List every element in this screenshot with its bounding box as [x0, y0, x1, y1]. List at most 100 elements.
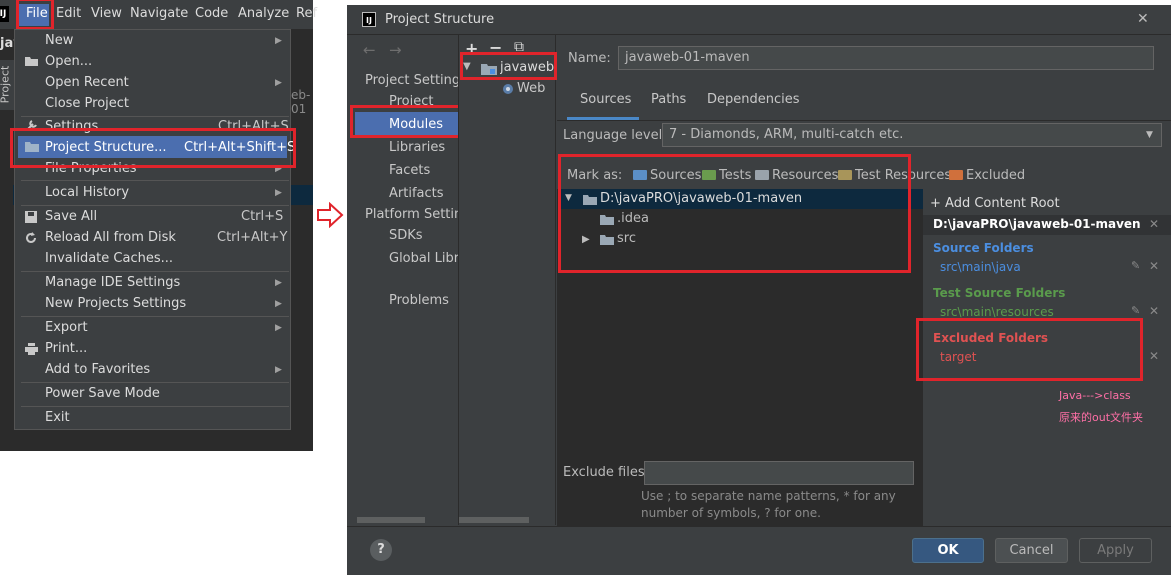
- menu-separator: [21, 406, 289, 407]
- menu-code[interactable]: Code: [195, 6, 228, 21]
- test-source-folder-path[interactable]: src\main\resources: [940, 305, 1054, 319]
- menu-item-reload-all[interactable]: Reload All from Disk: [45, 230, 176, 245]
- menu-item-save-all[interactable]: Save All: [45, 209, 97, 224]
- content-tree-highlight: [558, 154, 911, 273]
- tab-dependencies[interactable]: Dependencies: [707, 92, 800, 107]
- reload-all-shortcut: Ctrl+Alt+Y: [217, 230, 288, 245]
- nav-item-problems[interactable]: Problems: [389, 293, 449, 308]
- menu-item-close-project[interactable]: Close Project: [45, 96, 129, 111]
- reload-icon: [26, 232, 36, 243]
- project-side-tab-label: Project: [0, 65, 12, 104]
- intellij-logo-icon: IJ: [0, 6, 9, 22]
- language-level-select[interactable]: 7 - Diamonds, ARM, multi-catch etc. ▼: [662, 123, 1162, 147]
- nav-item-facets[interactable]: Facets: [389, 163, 430, 178]
- back-arrow-icon[interactable]: ←: [363, 41, 376, 59]
- edit-pencil-icon[interactable]: ✎: [1131, 304, 1140, 317]
- apply-button[interactable]: Apply: [1079, 538, 1152, 563]
- menu-separator: [21, 316, 289, 317]
- right-arrow-icon: [317, 202, 344, 228]
- project-settings-header: Project Settings: [365, 73, 467, 88]
- exclude-files-input[interactable]: [644, 461, 914, 485]
- submenu-arrow-icon: ▶: [275, 323, 282, 333]
- menu-item-invalidate-caches[interactable]: Invalidate Caches...: [45, 251, 173, 266]
- nav-item-global-libraries[interactable]: Global Libraries: [389, 251, 458, 266]
- menu-refactor[interactable]: Ref: [296, 6, 317, 21]
- breadcrumb-fragment: eb-01: [291, 88, 311, 116]
- edit-pencil-icon[interactable]: ✎: [1131, 259, 1140, 272]
- menu-separator: [21, 271, 289, 272]
- chevron-down-icon: ▼: [1146, 130, 1153, 140]
- ide-window: IJ File Edit View Navigate Code Analyze …: [0, 0, 317, 451]
- tree-scrollbar[interactable]: [459, 517, 529, 523]
- nav-item-libraries[interactable]: Libraries: [389, 140, 445, 155]
- source-folders-header: Source Folders: [933, 241, 1034, 255]
- file-menu-dropdown: New ▶ Open... Open Recent ▶ Close Projec…: [14, 29, 295, 430]
- menu-item-power-save-mode[interactable]: Power Save Mode: [45, 386, 160, 401]
- menu-item-print[interactable]: Print...: [45, 341, 87, 356]
- module-tree-web[interactable]: Web: [517, 81, 545, 96]
- menu-item-local-history[interactable]: Local History: [45, 185, 129, 200]
- remove-source-icon[interactable]: ✕: [1149, 259, 1159, 273]
- mark-as-excluded-button[interactable]: Excluded: [949, 168, 1025, 183]
- nav-item-sdks[interactable]: SDKs: [389, 228, 423, 243]
- menu-item-open-recent[interactable]: Open Recent: [45, 75, 129, 90]
- name-label: Name:: [568, 51, 611, 66]
- menu-navigate[interactable]: Navigate: [130, 6, 188, 21]
- project-structure-highlight: [10, 128, 296, 168]
- menu-item-export[interactable]: Export: [45, 320, 88, 335]
- menu-edit[interactable]: Edit: [56, 6, 81, 21]
- module-name-field[interactable]: javaweb-01-maven: [618, 46, 1154, 70]
- excluded-folders-highlight: [916, 318, 1143, 381]
- menu-item-manage-ide-settings[interactable]: Manage IDE Settings: [45, 275, 180, 290]
- forward-arrow-icon[interactable]: →: [389, 41, 402, 59]
- platform-settings-clip: Platform Settings: [365, 207, 458, 225]
- remove-excluded-icon[interactable]: ✕: [1149, 349, 1159, 363]
- menu-analyze[interactable]: Analyze: [238, 6, 289, 21]
- cancel-button[interactable]: Cancel: [995, 538, 1068, 563]
- menu-separator: [21, 116, 289, 117]
- dialog-close-button[interactable]: ✕: [1137, 11, 1149, 27]
- modules-highlight: [350, 105, 463, 138]
- folder-open-icon: [25, 57, 38, 66]
- submenu-arrow-icon: ▶: [275, 365, 282, 375]
- menu-item-exit[interactable]: Exit: [45, 410, 70, 425]
- exclude-files-hint-text: Use ; to separate name patterns, * for a…: [641, 489, 896, 520]
- submenu-arrow-icon: ▶: [275, 36, 282, 46]
- menu-item-add-to-favorites[interactable]: Add to Favorites: [45, 362, 150, 377]
- add-content-root-button[interactable]: + Add Content Root: [930, 196, 1060, 211]
- help-icon: ?: [377, 542, 385, 557]
- nav-item-artifacts[interactable]: Artifacts: [389, 186, 444, 201]
- source-folder-path[interactable]: src\main\java: [940, 260, 1021, 274]
- platform-settings-header: Platform Settings: [365, 207, 458, 222]
- submenu-arrow-icon: ▶: [275, 188, 282, 198]
- cancel-button-label: Cancel: [1009, 543, 1054, 558]
- menu-item-new-projects-settings[interactable]: New Projects Settings: [45, 296, 186, 311]
- ok-button-label: OK: [937, 543, 959, 558]
- global-libraries-clip: Global Libraries: [389, 251, 458, 269]
- dialog-title-bar: IJ Project Structure ✕: [347, 5, 1171, 35]
- file-menu-highlight: [16, 0, 54, 30]
- remove-root-icon[interactable]: ✕: [1149, 217, 1159, 231]
- menu-separator: [21, 180, 289, 181]
- menu-separator: [21, 205, 289, 206]
- help-button[interactable]: ?: [370, 539, 392, 561]
- submenu-arrow-icon: ▶: [275, 78, 282, 88]
- exclude-files-hint: Use ; to separate name patterns, * for a…: [641, 488, 911, 522]
- tab-sources[interactable]: Sources: [580, 92, 631, 107]
- exclude-files-label: Exclude files:: [563, 465, 650, 480]
- nav-scrollbar[interactable]: [357, 517, 425, 523]
- menu-item-new[interactable]: New: [45, 33, 73, 48]
- submenu-arrow-icon: ▶: [275, 299, 282, 309]
- language-level-value: 7 - Diamonds, ARM, multi-catch etc.: [669, 127, 904, 142]
- remove-test-source-icon[interactable]: ✕: [1149, 304, 1159, 318]
- menu-item-open[interactable]: Open...: [45, 54, 92, 69]
- menu-view[interactable]: View: [91, 6, 122, 21]
- ok-button[interactable]: OK: [912, 538, 984, 563]
- excluded-folder-icon: [949, 170, 963, 180]
- annotation-out-folder: 原来的out文件夹: [1059, 411, 1144, 424]
- module-name-value: javaweb-01-maven: [625, 50, 750, 65]
- content-root-path: D:\javaPRO\javaweb-01-maven: [933, 217, 1141, 231]
- tab-paths[interactable]: Paths: [651, 92, 686, 107]
- intellij-logo-icon: IJ: [362, 12, 376, 27]
- web-facet-icon: [503, 84, 513, 94]
